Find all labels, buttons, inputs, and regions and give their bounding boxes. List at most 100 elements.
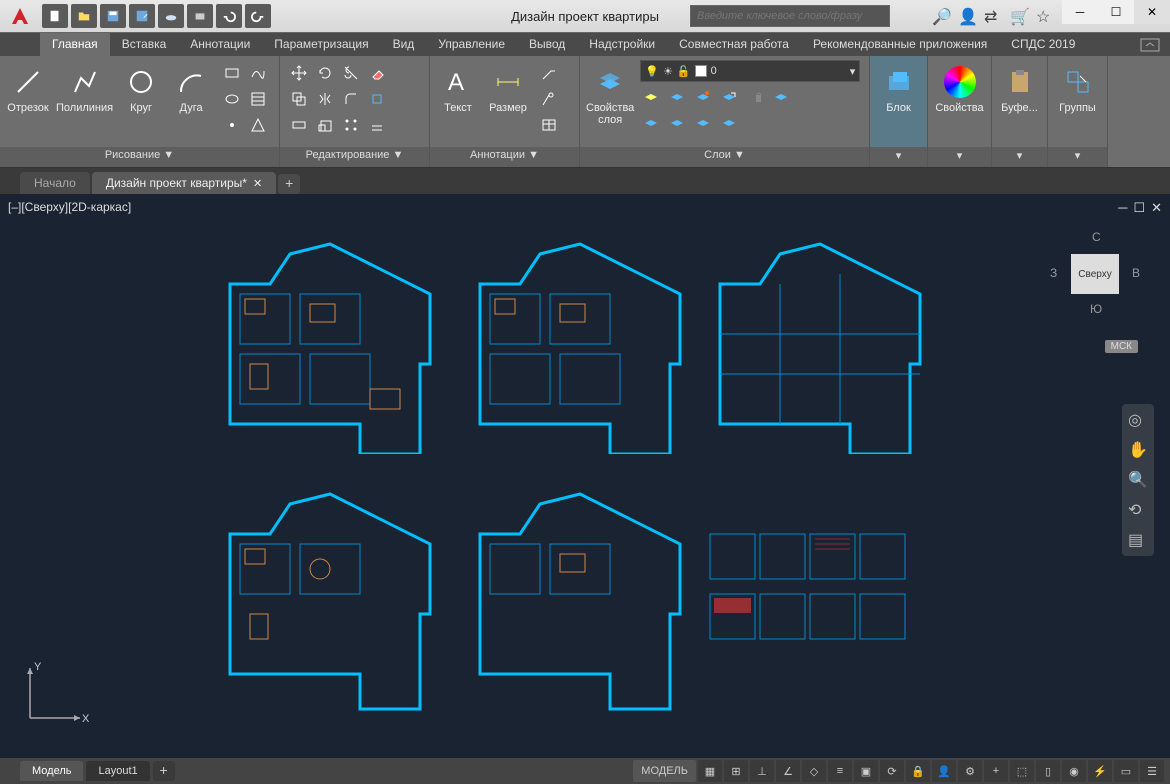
array-icon[interactable] — [340, 114, 362, 136]
tab-annotation[interactable]: Аннотации — [178, 33, 262, 56]
drawing-canvas[interactable]: [–][Сверху][2D-каркас] ─ ☐ ✕ С Ю В З Све… — [0, 194, 1170, 758]
app-logo[interactable] — [6, 2, 34, 30]
tab-collab[interactable]: Совместная работа — [667, 33, 801, 56]
stretch-icon[interactable] — [288, 114, 310, 136]
rotate-icon[interactable] — [314, 62, 336, 84]
tab-spds[interactable]: СПДС 2019 — [999, 33, 1087, 56]
status-lineweight-icon[interactable]: ≡ — [828, 760, 852, 782]
steering-wheel-icon[interactable]: ◎ — [1128, 410, 1148, 430]
qat-saveas-icon[interactable] — [129, 4, 155, 28]
leader-icon[interactable] — [538, 62, 560, 84]
status-transparency-icon[interactable]: ▣ — [854, 760, 878, 782]
tab-parametrize[interactable]: Параметризация — [262, 33, 380, 56]
status-osnap-icon[interactable]: ◇ — [802, 760, 826, 782]
qat-cloud-icon[interactable] — [158, 4, 184, 28]
layer-tool7-icon[interactable] — [640, 112, 662, 134]
hatch-icon[interactable] — [247, 88, 269, 110]
layer-tool2-icon[interactable] — [666, 86, 688, 108]
ellipse-icon[interactable] — [221, 88, 243, 110]
status-customize-icon[interactable]: ☰ — [1140, 760, 1164, 782]
layout-layout1[interactable]: Layout1 — [86, 761, 149, 781]
ribbon-collapse-icon[interactable] — [1140, 33, 1170, 56]
point-icon[interactable] — [221, 114, 243, 136]
status-model[interactable]: МОДЕЛЬ — [633, 760, 696, 782]
layer-tool10-icon[interactable] — [718, 112, 740, 134]
status-quickprops-icon[interactable]: ▯ — [1036, 760, 1060, 782]
status-annoscale-icon[interactable]: 🔒 — [906, 760, 930, 782]
close-tab-icon[interactable]: ✕ — [253, 177, 262, 190]
layer-tool8-icon[interactable] — [666, 112, 688, 134]
status-ortho-icon[interactable]: ⊥ — [750, 760, 774, 782]
layer-tool9-icon[interactable] — [692, 112, 714, 134]
viewcube-west[interactable]: З — [1050, 266, 1057, 280]
tab-addons[interactable]: Надстройки — [577, 33, 667, 56]
qat-open-icon[interactable] — [71, 4, 97, 28]
status-units-icon[interactable]: ⬚ — [1010, 760, 1034, 782]
tab-output[interactable]: Вывод — [517, 33, 577, 56]
status-annovisibility-icon[interactable]: 👤 — [932, 760, 956, 782]
mirror-icon[interactable] — [314, 88, 336, 110]
modify-panel-title[interactable]: Редактирование ▼ — [280, 147, 429, 167]
tab-start[interactable]: Начало — [20, 172, 90, 194]
layout-model[interactable]: Модель — [20, 761, 83, 781]
properties-button[interactable]: Свойства — [935, 60, 983, 114]
arc-button[interactable]: Дуга — [169, 60, 213, 114]
cart-icon[interactable]: 🛒 — [1010, 7, 1028, 25]
spline-icon[interactable] — [247, 62, 269, 84]
table-icon[interactable] — [538, 114, 560, 136]
explode-icon[interactable] — [366, 88, 388, 110]
minimize-button[interactable]: ─ — [1062, 0, 1098, 24]
tab-home[interactable]: Главная — [40, 33, 110, 56]
trim-icon[interactable] — [340, 62, 362, 84]
status-workspace-icon[interactable]: ⚙ — [958, 760, 982, 782]
layers-panel-title[interactable]: Слои ▼ — [580, 147, 869, 167]
block-button[interactable]: Блок — [877, 60, 921, 114]
groups-panel-expand[interactable]: ▾ — [1048, 147, 1107, 167]
viewcube-south[interactable]: Ю — [1090, 302, 1102, 316]
viewcube-north[interactable]: С — [1092, 230, 1101, 244]
layer-tool1-icon[interactable] — [640, 86, 662, 108]
polyline-button[interactable]: Полилиния — [56, 60, 113, 114]
status-snap-icon[interactable]: ⊞ — [724, 760, 748, 782]
fillet-icon[interactable] — [340, 88, 362, 110]
status-grid-icon[interactable]: ▦ — [698, 760, 722, 782]
close-button[interactable]: ✕ — [1134, 0, 1170, 24]
layerprops-button[interactable]: Свойства слоя — [586, 60, 634, 126]
circle-button[interactable]: Круг — [119, 60, 163, 114]
qat-undo-icon[interactable] — [216, 4, 242, 28]
viewcube-east[interactable]: В — [1132, 266, 1140, 280]
new-layout-button[interactable]: + — [153, 761, 175, 781]
properties-panel-expand[interactable]: ▾ — [928, 147, 991, 167]
pan-icon[interactable]: ✋ — [1128, 440, 1148, 460]
wcs-label[interactable]: МСК — [1105, 340, 1138, 353]
qat-save-icon[interactable] — [100, 4, 126, 28]
layer-tool3-icon[interactable] — [692, 86, 714, 108]
binoculars-icon[interactable]: 🔎 — [932, 7, 950, 25]
erase-icon[interactable] — [366, 62, 388, 84]
qat-redo-icon[interactable] — [245, 4, 271, 28]
viewport-label[interactable]: [–][Сверху][2D-каркас] — [8, 200, 131, 214]
line-button[interactable]: Отрезок — [6, 60, 50, 114]
status-hardware-icon[interactable]: ⚡ — [1088, 760, 1112, 782]
tab-featured[interactable]: Рекомендованные приложения — [801, 33, 999, 56]
layer-tool4-icon[interactable] — [718, 86, 740, 108]
viewcube[interactable]: С Ю В З Сверху — [1050, 224, 1140, 334]
layer-tool6-icon[interactable] — [770, 86, 792, 108]
status-polar-icon[interactable]: ∠ — [776, 760, 800, 782]
new-tab-button[interactable]: + — [278, 174, 300, 194]
signin-icon[interactable]: 👤 — [958, 7, 976, 25]
viewcube-face[interactable]: Сверху — [1071, 254, 1119, 294]
copy-icon[interactable] — [288, 88, 310, 110]
favorite-icon[interactable]: ☆ — [1036, 7, 1054, 25]
draw-panel-title[interactable]: Рисование ▼ — [0, 147, 279, 167]
maximize-button[interactable]: ☐ — [1098, 0, 1134, 24]
zoom-icon[interactable]: 🔍 — [1128, 470, 1148, 490]
showmotion-icon[interactable]: ▤ — [1128, 530, 1148, 550]
layer-dropdown[interactable]: 💡 ☀ 🔓 0 ▾ — [640, 60, 860, 82]
leader2-icon[interactable] — [538, 88, 560, 110]
status-annomonitor-icon[interactable]: + — [984, 760, 1008, 782]
ucs-icon[interactable]: X Y — [20, 658, 90, 728]
scale-icon[interactable] — [314, 114, 336, 136]
move-icon[interactable] — [288, 62, 310, 84]
qat-plot-icon[interactable] — [187, 4, 213, 28]
